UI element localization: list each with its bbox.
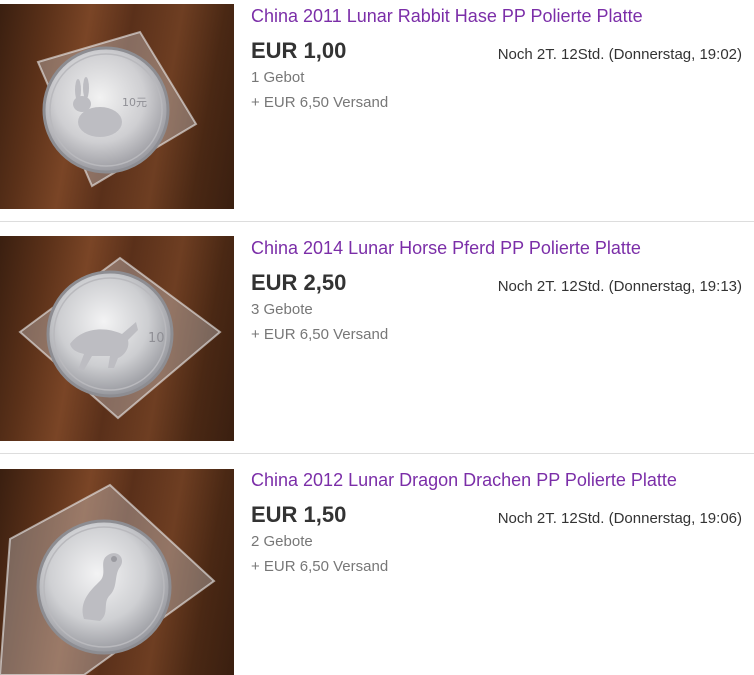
- listing-title-link[interactable]: China 2012 Lunar Dragon Drachen PP Polie…: [251, 469, 677, 491]
- coin-denomination: 10元: [122, 96, 147, 109]
- search-result-item[interactable]: 10 China 2014 Lunar Horse Pferd PP Polie…: [0, 232, 754, 444]
- listing-title-link[interactable]: China 2011 Lunar Rabbit Hase PP Polierte…: [251, 5, 643, 27]
- listing-shipping-cost: + EUR 6,50 Versand: [251, 94, 389, 111]
- dragon-coin-photo: [0, 483, 216, 675]
- listing-time-left: Noch 2T. 12Std. (Donnerstag, 19:06): [497, 510, 742, 527]
- listing-divider: [0, 453, 754, 454]
- listing-shipping-cost: + EUR 6,50 Versand: [251, 558, 389, 575]
- rabbit-coin-photo: 10元: [36, 30, 198, 188]
- listing-price: EUR 1,00: [251, 38, 347, 63]
- listing-time-left: Noch 2T. 12Std. (Donnerstag, 19:02): [497, 46, 742, 63]
- listing-time-left: Noch 2T. 12Std. (Donnerstag, 19:13): [497, 278, 742, 295]
- search-result-item[interactable]: 10元 China 2011 Lunar Rabbit Hase PP Poli…: [0, 0, 754, 212]
- listing-bid-count: 3 Gebote: [251, 301, 313, 318]
- coin-denomination: 10: [148, 331, 165, 346]
- listing-divider: [0, 221, 754, 222]
- search-result-item[interactable]: China 2012 Lunar Dragon Drachen PP Polie…: [0, 464, 754, 675]
- listing-image-rabbit-coin[interactable]: 10元: [0, 4, 234, 209]
- listing-price: EUR 2,50: [251, 270, 347, 295]
- listing-price: EUR 1,50: [251, 502, 347, 527]
- listing-shipping-cost: + EUR 6,50 Versand: [251, 326, 389, 343]
- listing-bid-count: 1 Gebot: [251, 69, 305, 86]
- listing-bid-count: 2 Gebote: [251, 533, 313, 550]
- horse-coin-photo: 10: [18, 256, 222, 420]
- listing-title-link[interactable]: China 2014 Lunar Horse Pferd PP Polierte…: [251, 237, 641, 259]
- listing-image-dragon-coin[interactable]: [0, 469, 234, 675]
- listing-image-horse-coin[interactable]: 10: [0, 236, 234, 441]
